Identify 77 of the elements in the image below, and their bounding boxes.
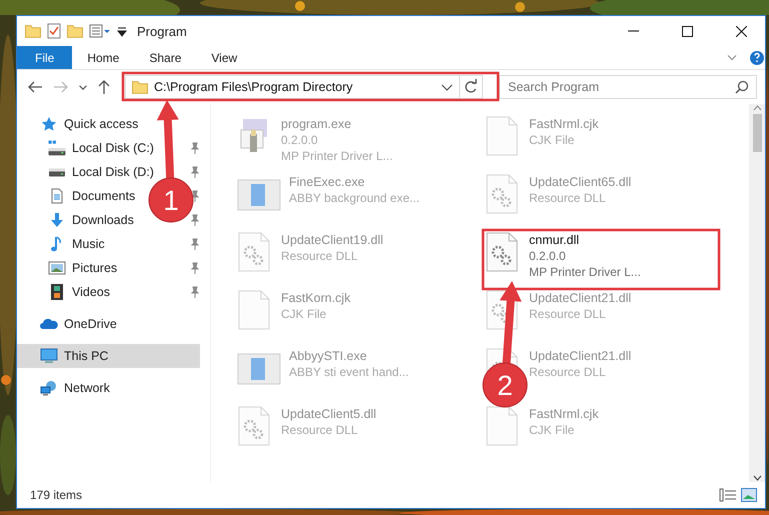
file-detail: Resource DLL [281, 422, 358, 438]
file-detail: MP Printer Driver L... [281, 148, 393, 164]
download-icon [48, 212, 66, 228]
callout-badge [148, 178, 194, 222]
picture-icon [48, 260, 66, 276]
file-detail: Resource DLL [281, 248, 358, 264]
callout-number: 1 [163, 185, 179, 216]
folder-icon [132, 80, 148, 94]
sidebar-item[interactable]: This PC [17, 344, 200, 368]
search-field[interactable]: Search Program [499, 75, 757, 99]
sidebar-item[interactable]: Pictures [17, 256, 118, 280]
customize-caret-icon[interactable] [117, 25, 127, 37]
checklist-icon[interactable] [47, 23, 61, 39]
item-count: 179 items [30, 488, 82, 502]
file-detail: Resource DLL [529, 306, 606, 322]
sidebar-item[interactable]: Local Disk (D:) [17, 160, 154, 184]
sidebar-item[interactable]: Videos [17, 280, 110, 304]
minimize-icon[interactable] [628, 30, 638, 32]
sidebar-item[interactable]: Documents [17, 184, 136, 208]
pin-icon [190, 286, 200, 298]
pin-icon [190, 214, 200, 226]
sidebar-item[interactable]: Music [17, 232, 105, 256]
file-menu-button[interactable]: File [17, 46, 72, 69]
scroll-down-icon[interactable] [752, 474, 762, 482]
details-view-icon[interactable] [719, 488, 737, 502]
expand-ribbon-icon[interactable] [727, 54, 737, 60]
ribbon-tab[interactable]: Home [72, 46, 134, 69]
sidebar-item[interactable]: Downloads [17, 208, 134, 232]
help-icon[interactable] [749, 50, 765, 66]
file-detail: ABBY sti event hand... [289, 364, 409, 380]
file-detail: 0.2.0.0 [529, 248, 566, 264]
ribbon-tab[interactable]: Share [134, 46, 196, 69]
scrollbar[interactable] [749, 104, 765, 482]
large-icons-view-icon[interactable] [741, 488, 757, 502]
search-icon [735, 80, 749, 94]
caret-icon[interactable] [79, 84, 87, 90]
film-icon [48, 284, 66, 300]
dropdown-caret-icon[interactable] [441, 84, 453, 90]
file-detail: CJK File [529, 132, 574, 148]
file-detail: ABBY background exe... [289, 190, 420, 206]
pin-icon [190, 166, 200, 178]
scroll-up-icon[interactable] [752, 104, 762, 112]
view-dropdown-icon[interactable] [89, 24, 111, 38]
address-path: C:\Program Files\Program Directory [154, 80, 354, 94]
up-arrow-icon[interactable] [97, 79, 111, 95]
file-detail: CJK File [281, 306, 326, 322]
monitor-icon [40, 348, 58, 364]
callout-number: 2 [497, 370, 513, 401]
back-arrow-icon[interactable] [27, 80, 43, 94]
close-icon[interactable] [736, 26, 746, 36]
maximize-icon[interactable] [682, 26, 692, 36]
sidebar-item[interactable]: Network [17, 376, 110, 400]
file-detail: MP Printer Driver L... [529, 264, 641, 280]
scroll-thumb[interactable] [752, 114, 762, 152]
pin-icon [190, 238, 200, 250]
ribbon-tab[interactable]: View [196, 46, 252, 69]
sidebar-item[interactable]: Local Disk (C:) [17, 136, 154, 160]
file-name[interactable]: cnmur.dll [529, 232, 580, 248]
pin-icon [190, 262, 200, 274]
file-detail: Resource DLL [529, 190, 606, 206]
pin-icon [190, 142, 200, 154]
cloud-icon [40, 316, 58, 332]
new-folder-icon [67, 24, 83, 38]
drive-icon [48, 140, 66, 156]
file-detail: 0.2.0.0 [281, 132, 318, 148]
star-icon [40, 116, 58, 132]
callout-badge [482, 362, 528, 408]
window-title: Program [137, 24, 187, 38]
sidebar-item[interactable]: Quick access [17, 112, 138, 136]
folder-icon [25, 24, 41, 38]
drive-icon [48, 168, 66, 176]
file-detail: CJK File [529, 422, 574, 438]
file-detail: Resource DLL [529, 364, 606, 380]
pin-icon [190, 190, 200, 202]
network-icon [40, 380, 58, 396]
address-bar[interactable]: C:\Program Files\Program Directory [125, 75, 483, 99]
sidebar-item[interactable]: OneDrive [17, 312, 117, 336]
